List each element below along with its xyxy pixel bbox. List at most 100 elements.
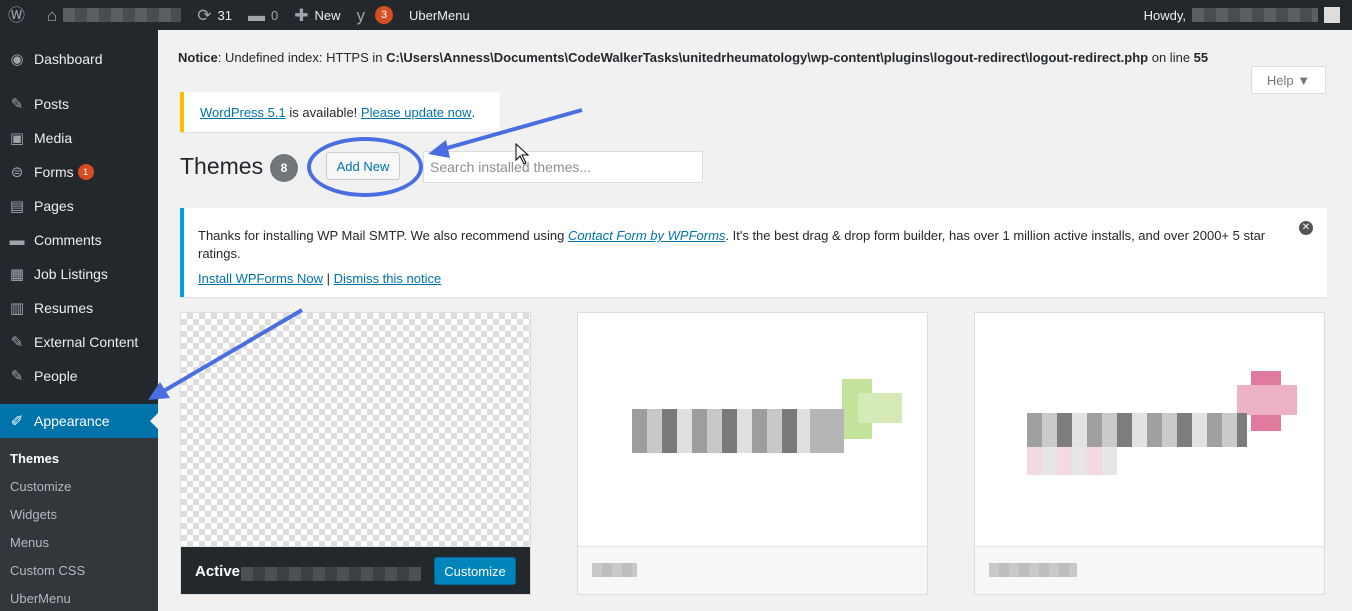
update-nag-end: . bbox=[471, 104, 476, 120]
submenu-item-themes[interactable]: Themes bbox=[0, 444, 158, 472]
theme-footer bbox=[578, 546, 927, 594]
theme-screenshot[interactable] bbox=[578, 313, 927, 546]
forms-badge: 1 bbox=[77, 164, 94, 180]
forms-icon: ⊜ bbox=[10, 164, 24, 181]
brush-icon: ✐ bbox=[10, 413, 24, 430]
dismiss-notice-link[interactable]: Dismiss this notice bbox=[334, 271, 442, 286]
appearance-submenu: Themes Customize Widgets Menus Custom CS… bbox=[0, 438, 158, 611]
sidebar-item-label: Dashboard bbox=[34, 51, 103, 67]
new-label: New bbox=[314, 7, 341, 23]
admin-sidebar: ◉ Dashboard ✎ Posts ▣ Media ⊜ Forms 1 ▤ Pages … bbox=[0, 30, 158, 611]
sidebar-item-resumes[interactable]: ▥ Resumes bbox=[0, 291, 158, 325]
home-icon: ⌂ bbox=[47, 5, 58, 25]
pin-icon: ✎ bbox=[10, 368, 24, 385]
sidebar-item-forms[interactable]: ⊜ Forms 1 bbox=[0, 155, 158, 189]
site-name-menu[interactable]: ⌂ bbox=[39, 0, 189, 30]
link-separator: | bbox=[322, 271, 334, 286]
site-name-redacted bbox=[63, 8, 182, 22]
sidebar-item-label: Resumes bbox=[34, 300, 94, 316]
seo-menu[interactable]: y 3 bbox=[349, 0, 402, 30]
page-title: Themes bbox=[180, 153, 264, 179]
sidebar-item-comments[interactable]: ▬ Comments bbox=[0, 223, 158, 257]
contact-form-link[interactable]: Contact Form by WPForms bbox=[568, 228, 725, 243]
new-content-menu[interactable]: ✚ New bbox=[286, 0, 348, 30]
theme-card[interactable] bbox=[577, 312, 928, 595]
document-icon: ▥ bbox=[9, 300, 25, 317]
submenu-item-menus[interactable]: Menus bbox=[0, 528, 158, 556]
sidebar-item-label: Pages bbox=[34, 198, 74, 214]
search-themes-input[interactable] bbox=[423, 151, 703, 183]
theme-name-redacted bbox=[989, 563, 1077, 577]
sidebar-item-label: Forms bbox=[34, 164, 74, 180]
update-nag-text: is available! bbox=[285, 104, 361, 120]
notice-prefix: Notice bbox=[178, 50, 218, 65]
sidebar-item-label: Appearance bbox=[34, 413, 110, 429]
smtp-text-1: Thanks for installing WP Mail SMTP. We a… bbox=[198, 228, 568, 243]
notice-path: C:\Users\Anness\Documents\CodeWalkerTask… bbox=[386, 50, 1149, 65]
briefcase-icon: ▦ bbox=[9, 266, 25, 283]
pin-icon: ✎ bbox=[10, 96, 24, 113]
sidebar-item-media[interactable]: ▣ Media bbox=[0, 121, 158, 155]
update-now-link[interactable]: Please update now bbox=[361, 105, 472, 120]
close-icon[interactable]: ✕ bbox=[1299, 221, 1313, 235]
smtp-notice-text: Thanks for installing WP Mail SMTP. We a… bbox=[198, 227, 1267, 263]
avatar bbox=[1324, 7, 1340, 23]
submenu-item-widgets[interactable]: Widgets bbox=[0, 500, 158, 528]
ubermenu-label: UberMenu bbox=[409, 7, 470, 23]
theme-screenshot[interactable] bbox=[181, 313, 530, 546]
notice-line-number: 55 bbox=[1193, 50, 1209, 65]
sidebar-item-people[interactable]: ✎ People bbox=[0, 359, 158, 393]
theme-screenshot[interactable] bbox=[975, 313, 1324, 546]
submenu-item-ubermenu[interactable]: UberMenu bbox=[0, 584, 158, 611]
active-theme-name-redacted bbox=[241, 567, 421, 581]
wordpress-logo-icon[interactable]: Ⓦ bbox=[0, 0, 39, 30]
sidebar-item-label: People bbox=[34, 368, 78, 384]
wp-mail-smtp-notice: Thanks for installing WP Mail SMTP. We a… bbox=[180, 208, 1327, 297]
help-button[interactable]: Help ▼ bbox=[1251, 66, 1326, 94]
sidebar-item-dashboard[interactable]: ◉ Dashboard bbox=[0, 42, 158, 76]
theme-card-active[interactable]: Active: Customize bbox=[180, 312, 531, 595]
howdy-label: Howdy, bbox=[1143, 7, 1186, 23]
sidebar-item-job-listings[interactable]: ▦ Job Listings bbox=[0, 257, 158, 291]
sidebar-item-label: Posts bbox=[34, 96, 70, 112]
updates-menu[interactable]: ⟳ 31 bbox=[189, 0, 240, 30]
admin-bar: Ⓦ ⌂ ⟳ 31 ▬ 0 ✚ New y 3 UberMenu Howdy, bbox=[0, 0, 1352, 30]
customize-button[interactable]: Customize bbox=[434, 557, 516, 585]
seo-badge: 3 bbox=[375, 6, 393, 24]
theme-card[interactable] bbox=[974, 312, 1325, 595]
my-account-menu[interactable]: Howdy, bbox=[1144, 0, 1340, 30]
comment-icon: ▬ bbox=[9, 231, 25, 249]
updates-count: 31 bbox=[217, 7, 232, 23]
theme-name-redacted bbox=[592, 563, 637, 577]
plus-icon: ✚ bbox=[294, 5, 309, 25]
sidebar-item-pages[interactable]: ▤ Pages bbox=[0, 189, 158, 223]
sidebar-item-posts[interactable]: ✎ Posts bbox=[0, 87, 158, 121]
ubermenu-menu[interactable]: UberMenu bbox=[401, 0, 478, 30]
smtp-notice-links: Install WPForms Now | Dismiss this notic… bbox=[198, 270, 1267, 288]
update-nag: WordPress 5.1 is available! Please updat… bbox=[180, 92, 500, 132]
yoast-icon: y bbox=[356, 5, 366, 25]
wordpress-version-link[interactable]: WordPress 5.1 bbox=[200, 105, 286, 120]
notice-line-text: on line bbox=[1148, 50, 1194, 65]
sidebar-item-appearance[interactable]: ✐ Appearance bbox=[0, 404, 158, 438]
sidebar-item-label: Comments bbox=[34, 232, 102, 248]
submenu-item-custom-css[interactable]: Custom CSS bbox=[0, 556, 158, 584]
sidebar-item-label: Job Listings bbox=[34, 266, 108, 282]
comments-menu[interactable]: ▬ 0 bbox=[240, 0, 286, 30]
theme-count-badge: 8 bbox=[270, 154, 298, 182]
install-wpforms-link[interactable]: Install WPForms Now bbox=[198, 271, 323, 286]
active-label: Active: bbox=[195, 563, 246, 580]
theme-footer: Active: Customize bbox=[181, 546, 530, 594]
username-redacted bbox=[1192, 8, 1318, 22]
submenu-item-customize[interactable]: Customize bbox=[0, 472, 158, 500]
theme-footer bbox=[975, 546, 1324, 594]
media-icon: ▣ bbox=[9, 130, 25, 147]
sidebar-item-label: External Content bbox=[34, 334, 139, 350]
notice-message: : Undefined index: HTTPS in bbox=[217, 50, 387, 65]
add-new-theme-button[interactable]: Add New bbox=[326, 152, 400, 180]
dashboard-icon: ◉ bbox=[10, 51, 24, 68]
pin-icon: ✎ bbox=[10, 334, 24, 351]
comment-icon: ▬ bbox=[248, 5, 265, 25]
main-content: Notice: Undefined index: HTTPS in C:\Use… bbox=[158, 30, 1352, 611]
sidebar-item-external-content[interactable]: ✎ External Content bbox=[0, 325, 158, 359]
